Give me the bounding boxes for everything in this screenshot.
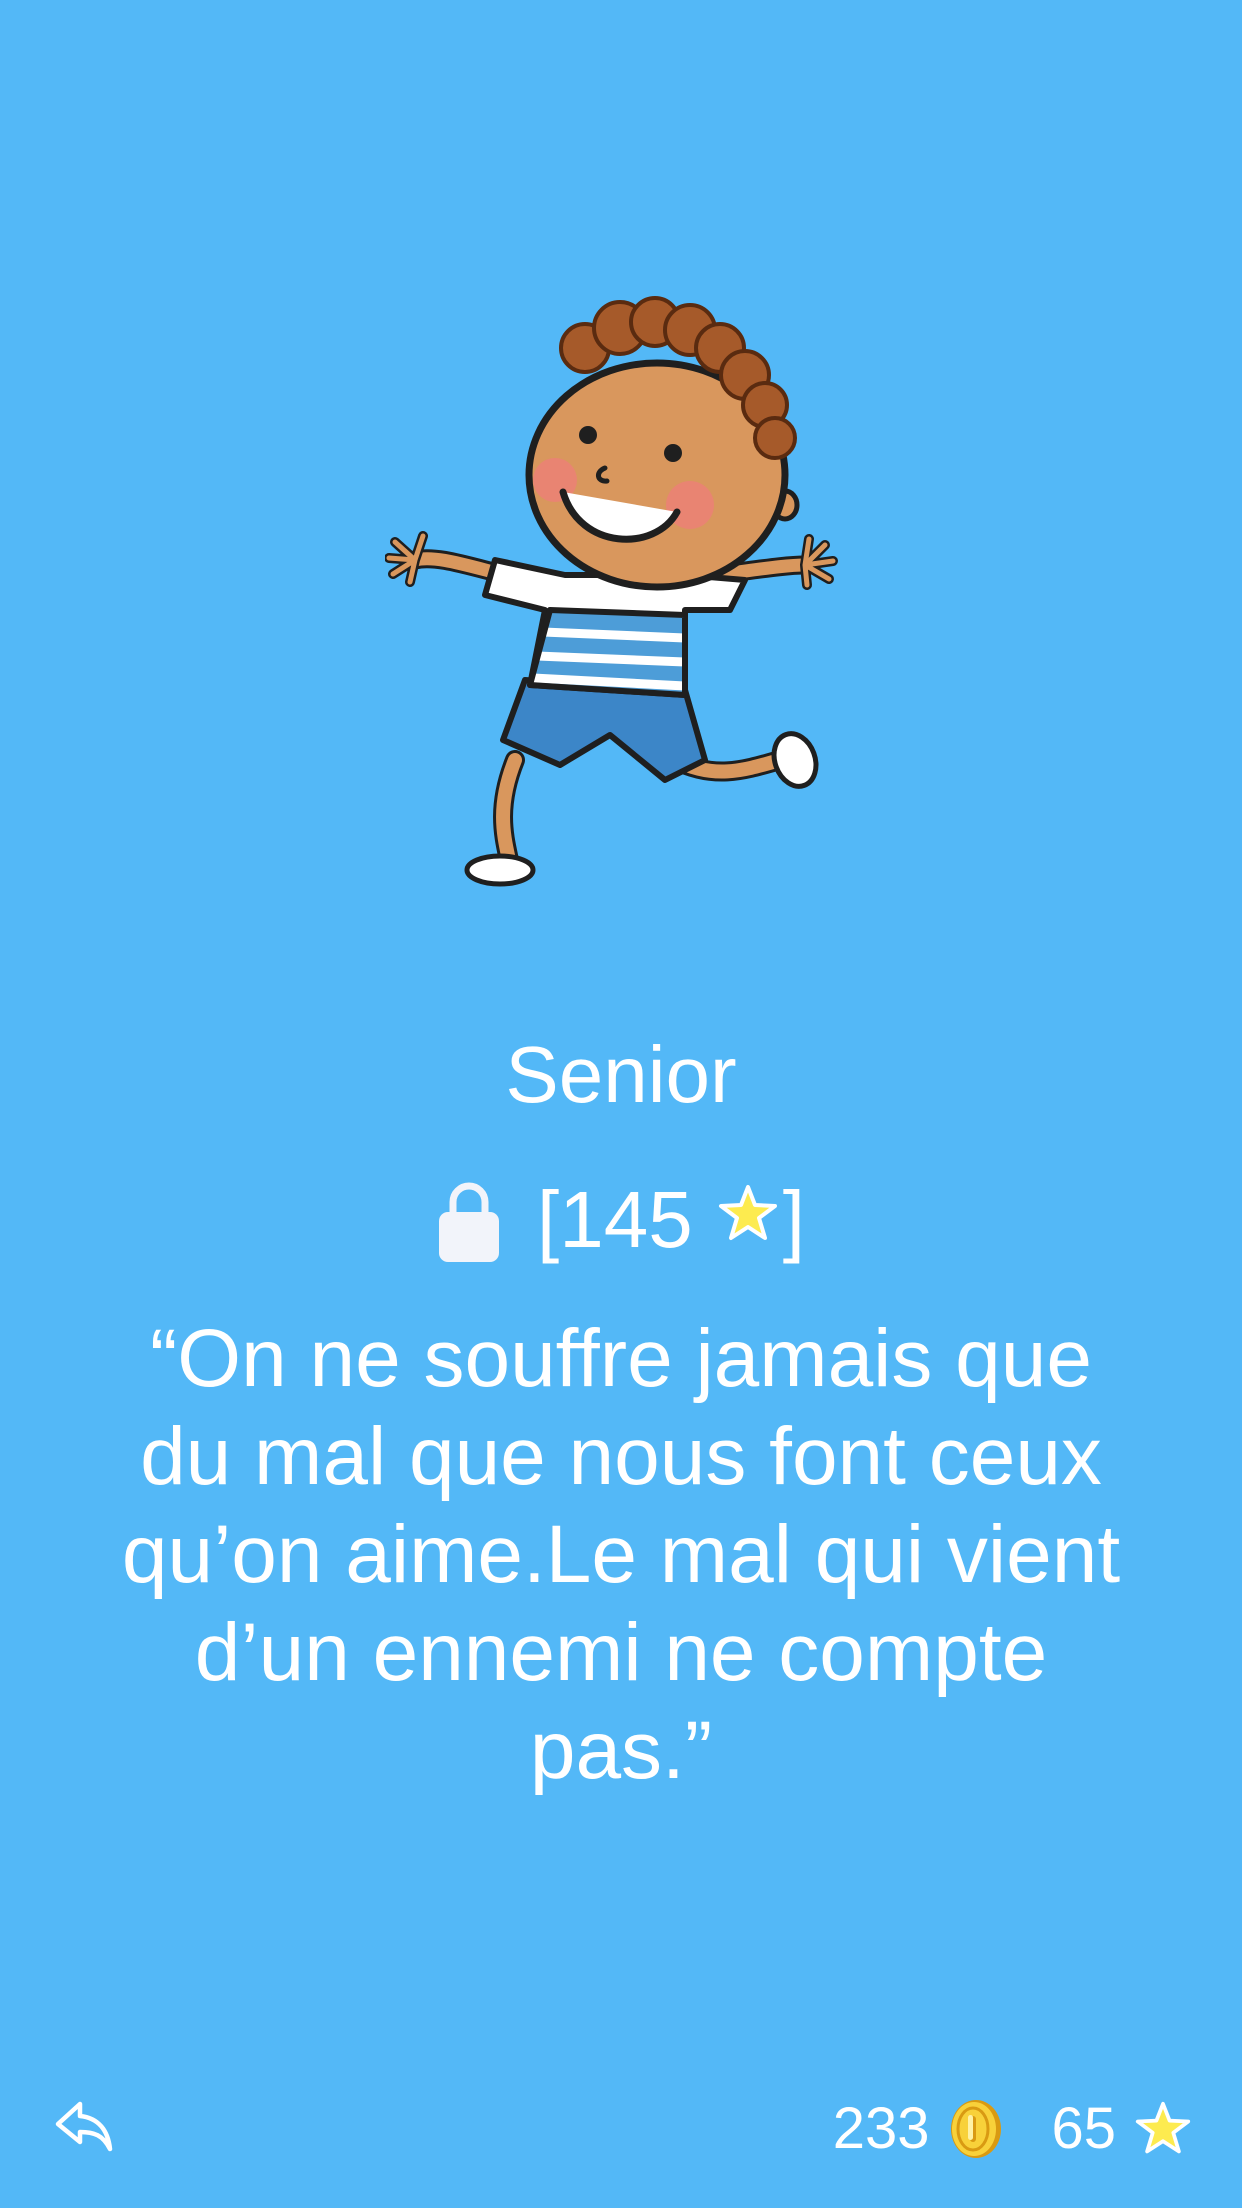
player-stats: 233 65 — [833, 2094, 1192, 2164]
coin-count: 233 — [832, 2096, 930, 2161]
quote-text: “On ne souffre jamais que du mal que nou… — [121, 1313, 1121, 1796]
character-title: Senior — [505, 1030, 737, 1119]
running-boy-illustration — [385, 296, 838, 887]
star-icon — [1135, 2101, 1191, 2154]
lock-icon — [439, 1182, 500, 1262]
gold-coin-icon — [951, 2100, 1002, 2158]
unlock-required-stars: 145 — [559, 1175, 693, 1264]
unlock-requirement: [ 145 ] — [0, 1170, 1242, 1270]
reply-arrow-icon[interactable] — [52, 2094, 114, 2156]
unlock-prefix: [ — [537, 1175, 560, 1264]
unlock-suffix: ] — [782, 1175, 805, 1264]
star-icon — [718, 1185, 777, 1240]
star-count: 65 — [1051, 2096, 1116, 2161]
